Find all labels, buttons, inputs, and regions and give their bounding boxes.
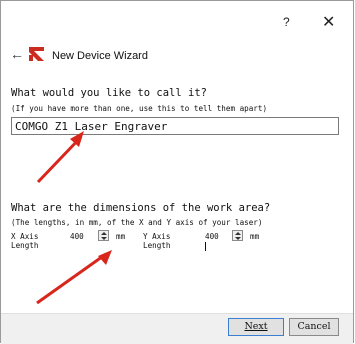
name-question: What would you like to call it? bbox=[11, 87, 207, 99]
y-axis-label: Y Axis Length bbox=[143, 232, 171, 250]
y-axis-input[interactable]: 400 bbox=[205, 232, 219, 251]
wizard-title: New Device Wizard bbox=[52, 50, 148, 62]
next-button[interactable]: Next bbox=[228, 318, 284, 336]
spin-up-icon[interactable] bbox=[101, 232, 107, 235]
back-arrow-icon[interactable]: ← bbox=[10, 46, 24, 62]
y-axis-spinner[interactable] bbox=[232, 230, 243, 241]
dimensions-hint: (The lengths, in mm, of the X and Y axis… bbox=[11, 218, 263, 227]
spin-down-icon[interactable] bbox=[235, 237, 241, 240]
title-bar: ? ✕ bbox=[1, 1, 353, 39]
name-hint: (If you have more than one, use this to … bbox=[11, 104, 268, 113]
x-axis-spinner[interactable] bbox=[98, 230, 109, 241]
cancel-button[interactable]: Cancel bbox=[289, 318, 339, 336]
app-icon bbox=[29, 47, 44, 61]
x-axis-label: X Axis Length bbox=[11, 232, 39, 250]
x-axis-unit: mm bbox=[116, 232, 126, 241]
wizard-window: ? ✕ ← New Device Wizard What would you l… bbox=[0, 0, 354, 344]
y-axis-value: 400 bbox=[205, 232, 219, 241]
spin-up-icon[interactable] bbox=[235, 232, 241, 235]
y-axis-unit: mm bbox=[250, 232, 260, 241]
x-axis-input[interactable]: 400 bbox=[70, 232, 84, 241]
spin-down-icon[interactable] bbox=[101, 237, 107, 240]
device-name-value: COMGO Z1 Laser Engraver bbox=[15, 120, 168, 133]
help-button[interactable]: ? bbox=[283, 15, 290, 29]
device-name-input[interactable]: COMGO Z1 Laser Engraver bbox=[11, 117, 339, 135]
close-icon[interactable]: ✕ bbox=[322, 12, 335, 32]
text-cursor bbox=[205, 241, 206, 251]
dimensions-question: What are the dimensions of the work area… bbox=[11, 202, 271, 214]
